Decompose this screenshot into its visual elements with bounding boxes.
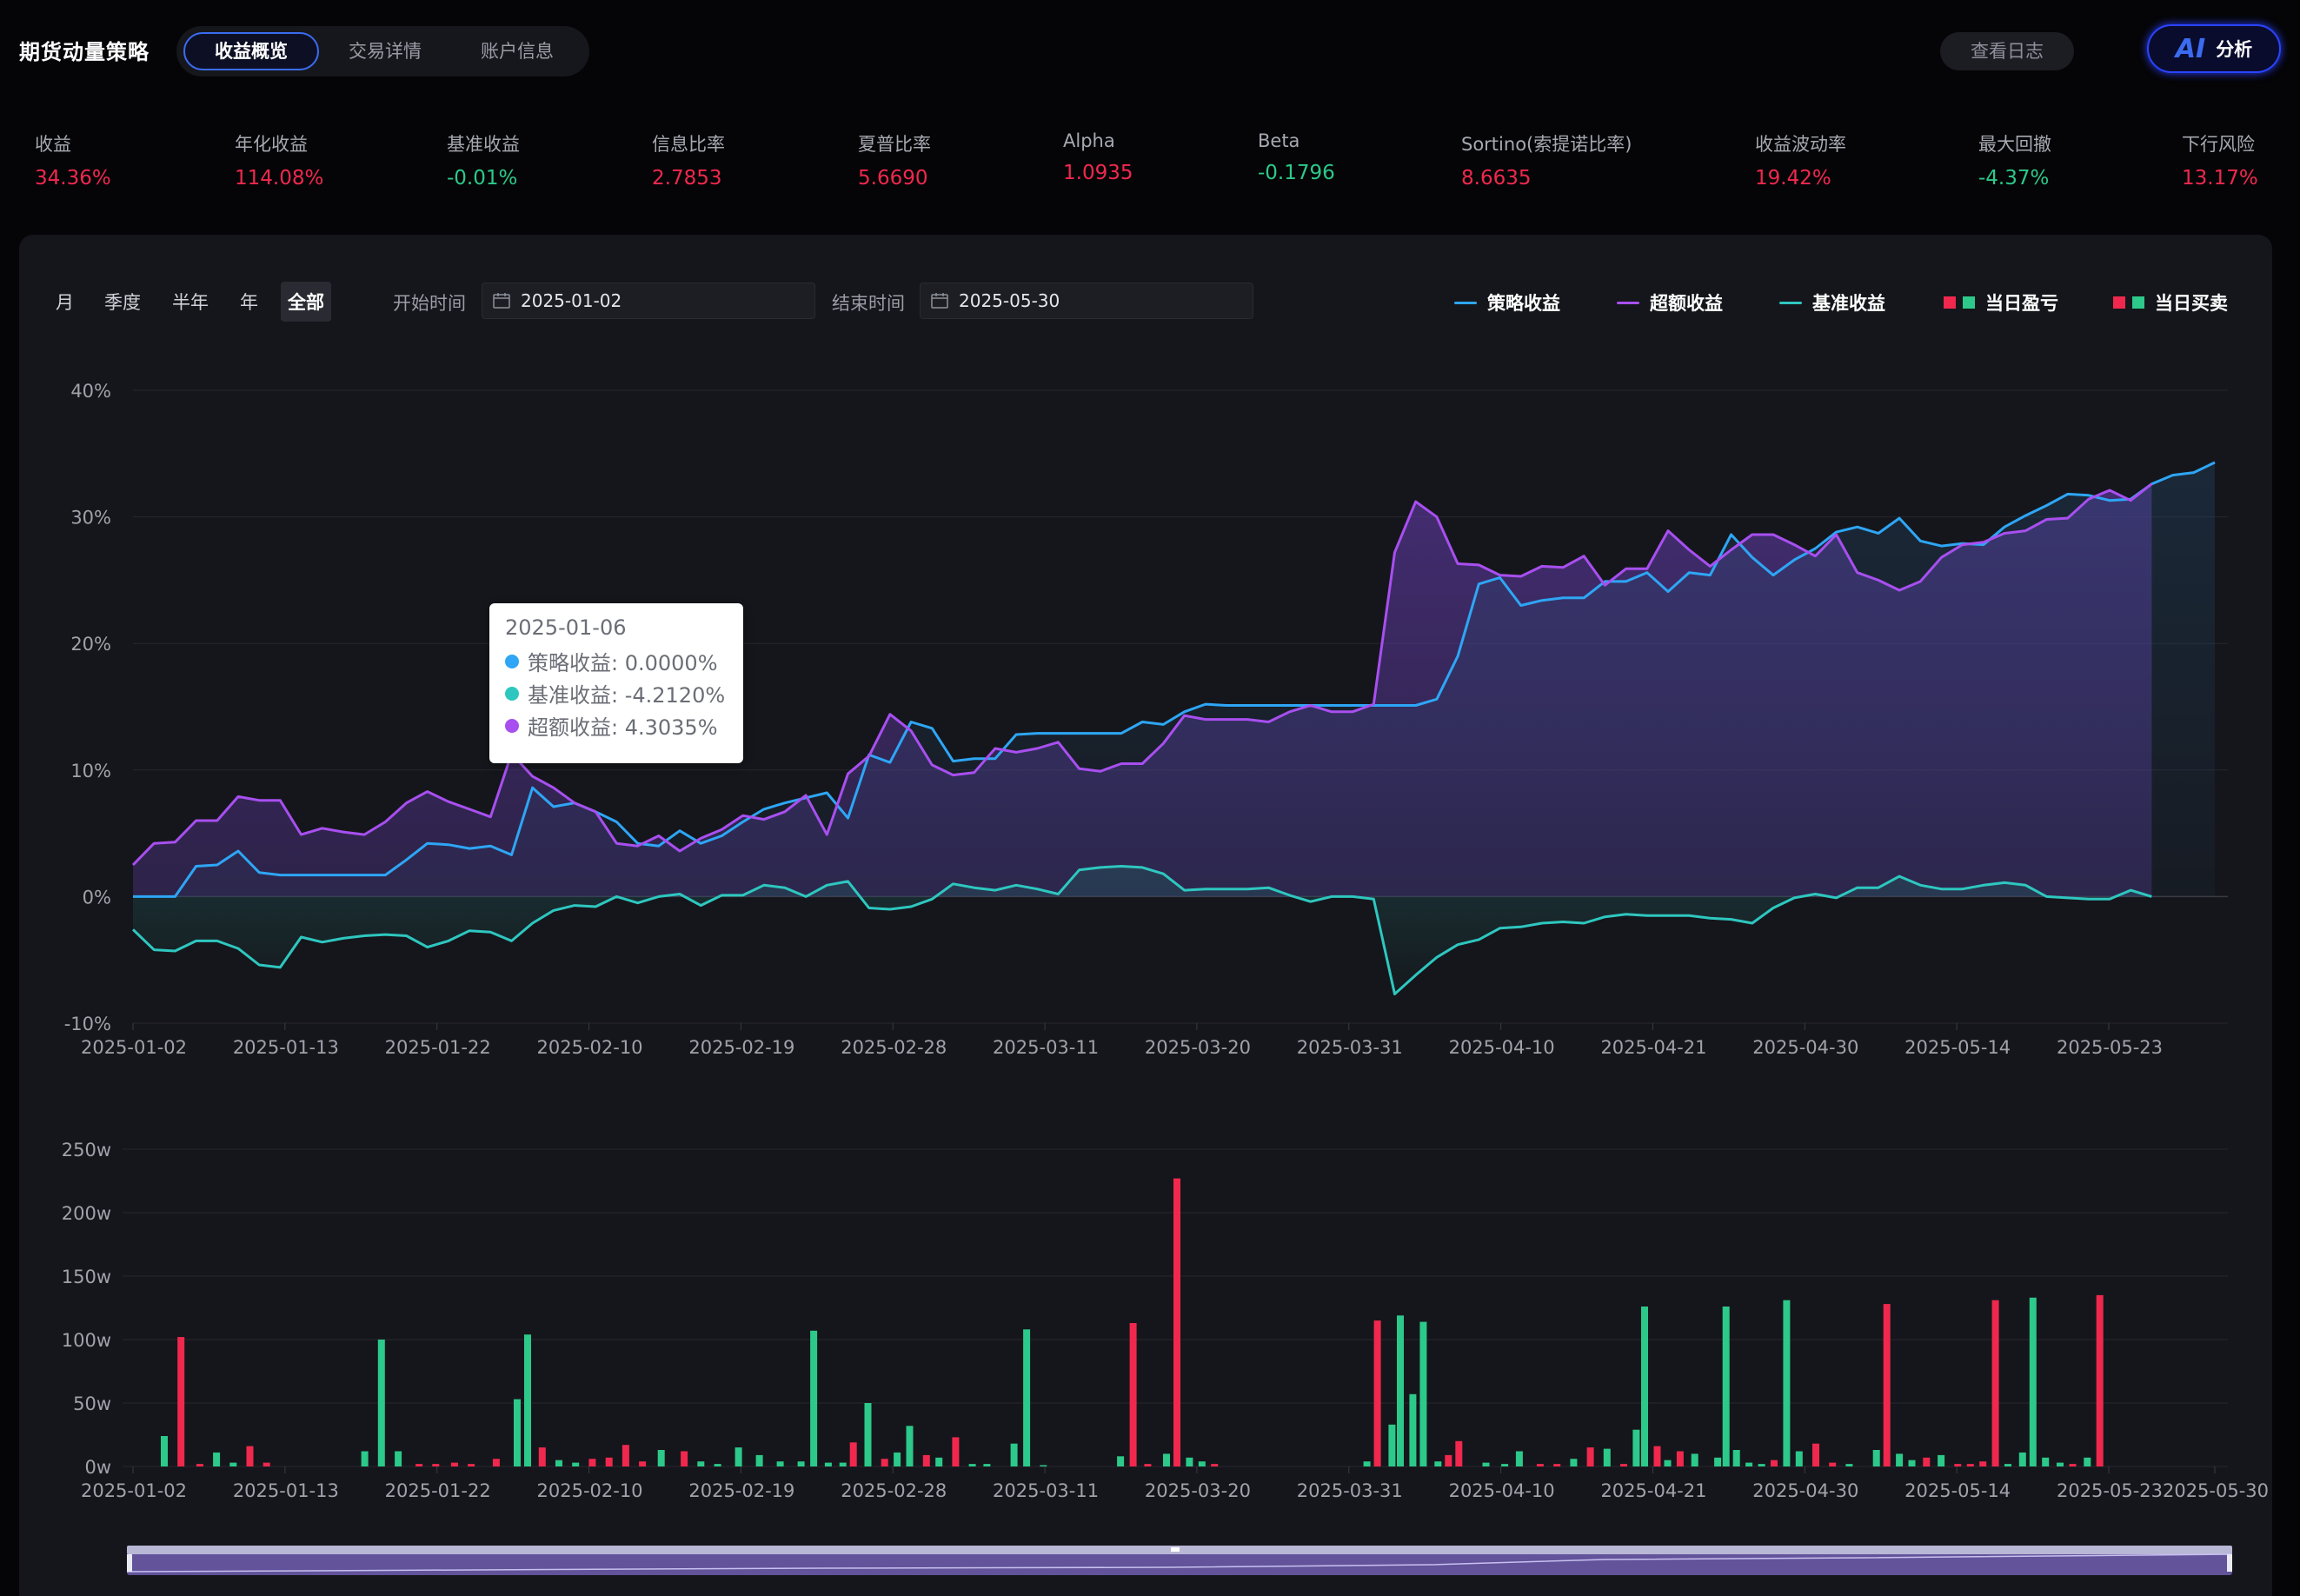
metric-annual-return: 年化收益 114.08% bbox=[235, 130, 323, 190]
legend-label: 当日盈亏 bbox=[1985, 293, 2058, 314]
legend-label: 基准收益 bbox=[1812, 293, 1885, 314]
metric-value: 13.17% bbox=[2182, 167, 2258, 190]
ai-analysis-button[interactable]: AI 分析 bbox=[2147, 24, 2281, 73]
legend-excess-return[interactable]: 超额收益 bbox=[1617, 289, 1723, 316]
tab-overview[interactable]: 收益概览 bbox=[183, 32, 319, 70]
metric-value: 1.0935 bbox=[1063, 162, 1133, 184]
metric-label: 基准收益 bbox=[447, 134, 520, 155]
metric-label: 收益 bbox=[35, 134, 71, 155]
period-quarter-button[interactable]: 季度 bbox=[104, 289, 141, 315]
period-all-button[interactable]: 全部 bbox=[281, 282, 331, 322]
end-date-input[interactable]: 2025-05-30 bbox=[920, 283, 1253, 319]
tooltip-row-benchmark: 基准收益: -4.2120% bbox=[505, 677, 728, 709]
slider-grip-icon[interactable] bbox=[1171, 1547, 1180, 1552]
period-month-button[interactable]: 月 bbox=[56, 289, 74, 315]
metric-label: 最大回撤 bbox=[1978, 134, 2051, 155]
ai-analysis-label: 分析 bbox=[2216, 39, 2253, 60]
start-date-value: 2025-01-02 bbox=[521, 290, 622, 311]
legend-strategy-return[interactable]: 策略收益 bbox=[1454, 289, 1560, 316]
tooltip-row-strategy: 策略收益: 0.0000% bbox=[505, 645, 728, 677]
metric-sharpe-ratio: 夏普比率 5.6690 bbox=[858, 130, 931, 190]
metric-value: 2.7853 bbox=[652, 167, 722, 190]
metric-label: Beta bbox=[1258, 130, 1300, 151]
metric-return: 收益 34.36% bbox=[35, 130, 111, 190]
app-root: 期货动量策略 收益概览 交易详情 账户信息 查看日志 AI 分析 收益 34.3… bbox=[0, 0, 2300, 1596]
top-bar: 期货动量策略 收益概览 交易详情 账户信息 查看日志 AI 分析 bbox=[0, 0, 2300, 104]
metric-label: 年化收益 bbox=[235, 134, 308, 155]
ai-logo-icon: AI bbox=[2175, 33, 2206, 64]
tab-account-info[interactable]: 账户信息 bbox=[451, 32, 583, 70]
legend-line-icon bbox=[1779, 301, 1802, 304]
metric-label: Alpha bbox=[1063, 130, 1115, 151]
metric-value: -0.01% bbox=[447, 167, 518, 190]
slider-left-handle[interactable] bbox=[127, 1554, 132, 1572]
legend-up-square-icon bbox=[1944, 296, 1956, 309]
metric-value: 114.08% bbox=[235, 167, 324, 190]
app-title: 期货动量策略 bbox=[19, 40, 150, 64]
legend-label: 当日买卖 bbox=[2155, 293, 2228, 314]
tooltip-text: 超额收益: 4.3035% bbox=[528, 715, 718, 740]
tooltip-text: 基准收益: -4.2120% bbox=[528, 683, 726, 708]
legend-benchmark-return[interactable]: 基准收益 bbox=[1779, 289, 1885, 316]
calendar-icon bbox=[931, 293, 948, 309]
end-date-value: 2025-05-30 bbox=[959, 290, 1060, 311]
metric-value: 8.6635 bbox=[1461, 167, 1532, 190]
start-date-label: 开始时间 bbox=[393, 293, 466, 314]
metric-downside-risk: 下行风险 13.17% bbox=[2182, 130, 2258, 190]
period-half-year-button[interactable]: 半年 bbox=[172, 289, 209, 315]
metric-beta: Beta -0.1796 bbox=[1258, 130, 1335, 184]
legend-label: 策略收益 bbox=[1487, 293, 1560, 314]
metric-max-drawdown: 最大回撤 -4.37% bbox=[1978, 130, 2051, 190]
start-date-input[interactable]: 2025-01-02 bbox=[482, 283, 815, 319]
slider-right-handle[interactable] bbox=[2227, 1554, 2232, 1572]
tooltip-row-excess: 超额收益: 4.3035% bbox=[505, 709, 728, 741]
tooltip-date: 2025-01-06 bbox=[505, 615, 627, 640]
period-year-button[interactable]: 年 bbox=[240, 289, 258, 315]
tooltip-text: 策略收益: 0.0000% bbox=[528, 651, 718, 675]
tab-bar: 收益概览 交易详情 账户信息 bbox=[176, 26, 589, 76]
tooltip-dot-icon bbox=[505, 654, 519, 668]
metric-label: Sortino(索提诺比率) bbox=[1461, 134, 1632, 155]
tab-trade-details[interactable]: 交易详情 bbox=[319, 32, 451, 70]
metric-value: -4.37% bbox=[1978, 167, 2050, 190]
metric-value: 5.6690 bbox=[858, 167, 928, 190]
metric-volatility: 收益波动率 19.42% bbox=[1755, 130, 1846, 190]
metric-label: 下行风险 bbox=[2182, 134, 2255, 155]
legend-down-square-icon bbox=[2132, 296, 2144, 309]
metric-benchmark-return: 基准收益 -0.01% bbox=[447, 130, 520, 190]
metric-value: 34.36% bbox=[35, 167, 111, 190]
legend-label: 超额收益 bbox=[1650, 293, 1723, 314]
legend-daily-trades[interactable]: 当日买卖 bbox=[2113, 289, 2228, 316]
view-log-button[interactable]: 查看日志 bbox=[1940, 32, 2074, 70]
legend-line-icon bbox=[1617, 301, 1639, 304]
metric-value: -0.1796 bbox=[1258, 162, 1335, 184]
metric-alpha: Alpha 1.0935 bbox=[1063, 130, 1133, 184]
metric-label: 夏普比率 bbox=[858, 134, 931, 155]
legend-daily-pnl[interactable]: 当日盈亏 bbox=[1944, 289, 2058, 316]
chart-tooltip: 2025-01-06 策略收益: 0.0000% 基准收益: -4.2120% … bbox=[489, 603, 743, 763]
chart-panel bbox=[19, 235, 2272, 1596]
metric-information-ratio: 信息比率 2.7853 bbox=[652, 130, 725, 190]
calendar-icon bbox=[493, 293, 510, 309]
data-zoom-slider[interactable] bbox=[127, 1544, 2232, 1579]
tooltip-dot-icon bbox=[505, 718, 519, 733]
metric-value: 19.42% bbox=[1755, 167, 1831, 190]
metric-label: 信息比率 bbox=[652, 134, 725, 155]
tooltip-dot-icon bbox=[505, 686, 519, 701]
end-date-label: 结束时间 bbox=[832, 293, 905, 314]
metric-label: 收益波动率 bbox=[1755, 134, 1846, 155]
legend-down-square-icon bbox=[1963, 296, 1975, 309]
metric-sortino-ratio: Sortino(索提诺比率) 8.6635 bbox=[1461, 130, 1632, 190]
legend-line-icon bbox=[1454, 301, 1477, 304]
legend-up-square-icon bbox=[2113, 296, 2125, 309]
